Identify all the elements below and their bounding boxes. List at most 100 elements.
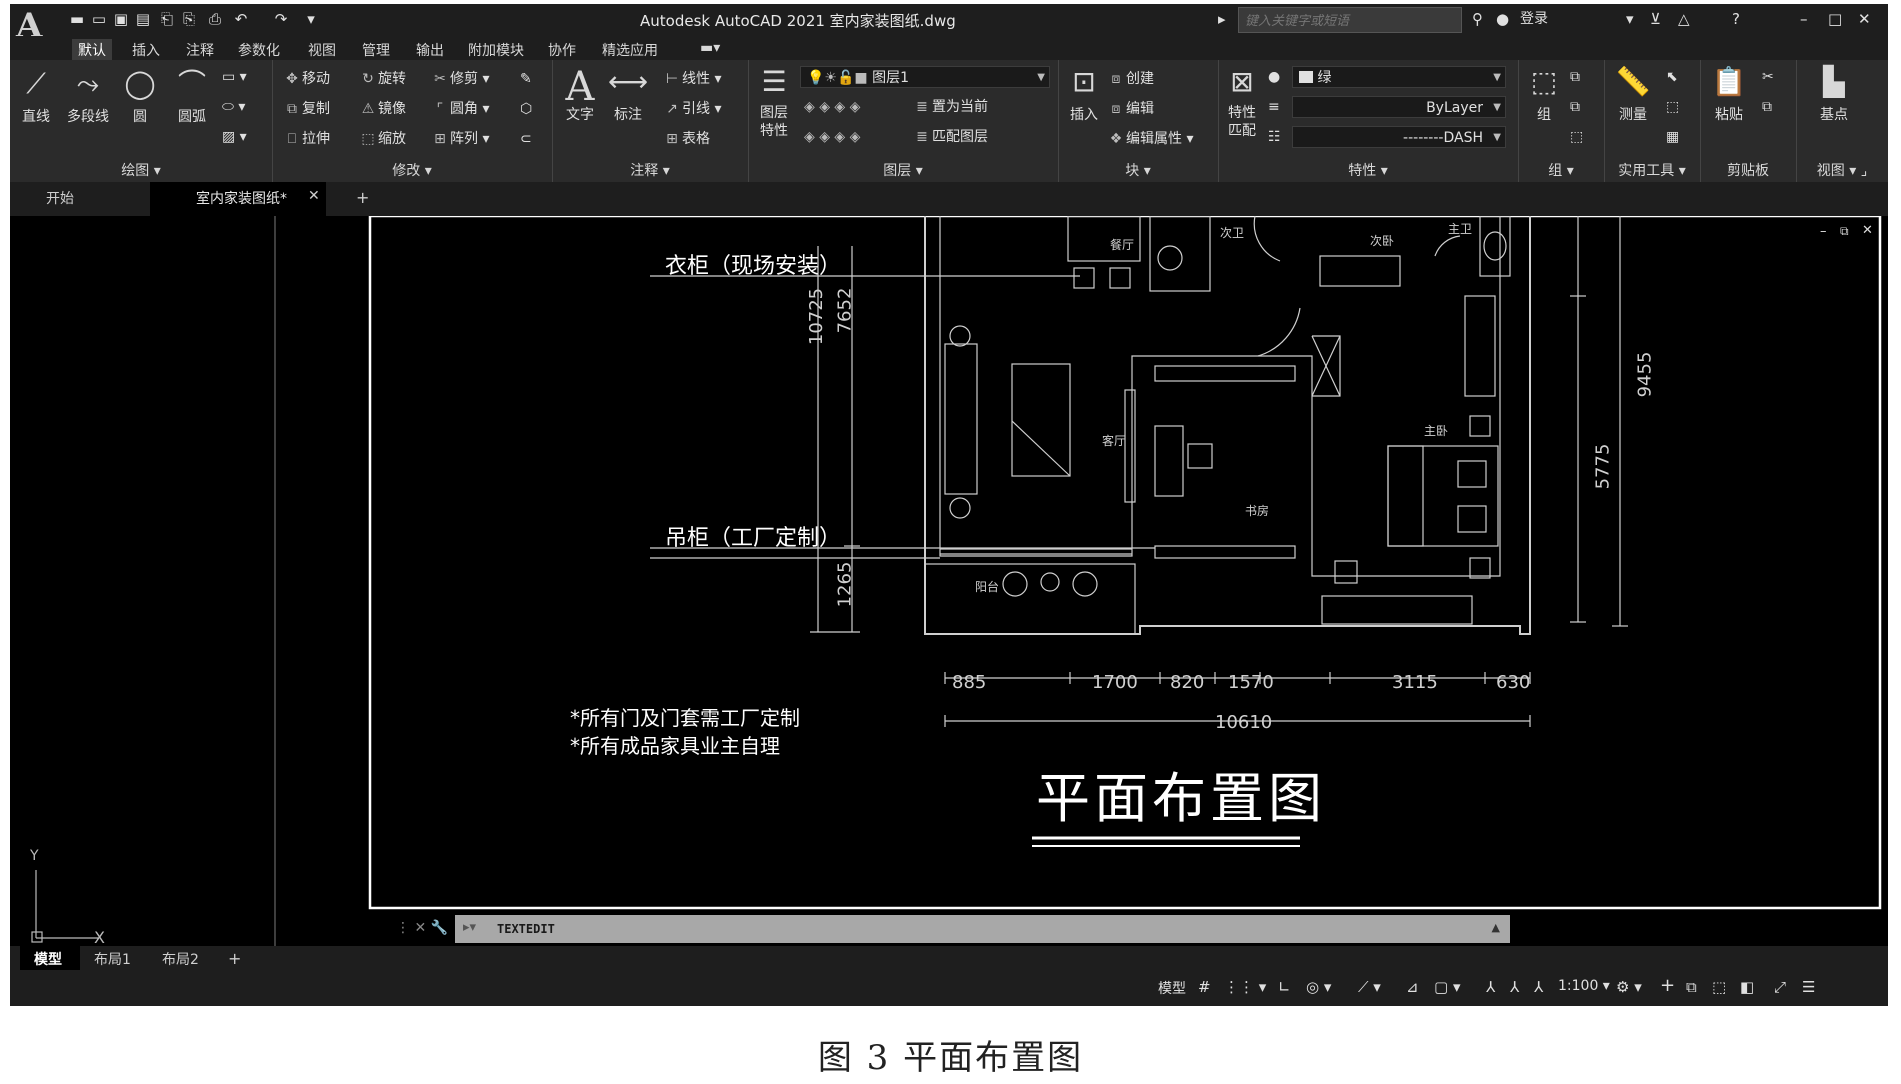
workspace-gear-icon[interactable]: ⚙ ▾ [1616,978,1642,996]
linetype-icon[interactable]: ☷ [1268,128,1281,146]
panel-modify-title[interactable]: 修改 ▾ [272,160,552,180]
dimension-button[interactable]: ⟷ 标注 [606,64,650,124]
ellipse-icon[interactable]: ⬭ ▾ [222,98,245,116]
color-dropdown[interactable]: 绿 ▼ [1292,66,1506,88]
table-button[interactable]: ⊞ 表格 [662,130,710,148]
room-label-master-bed[interactable]: 主卧 [1424,422,1448,439]
customization-menu-icon[interactable]: ☰ [1802,978,1815,996]
tab-home[interactable]: 默认 [72,39,112,61]
save-icon[interactable]: ▣ [112,10,130,28]
tab-manage[interactable]: 管理 [356,39,396,61]
close-tab-icon[interactable]: ✕ [308,188,320,204]
calculator-icon[interactable]: ▦ [1666,128,1679,146]
leader-button[interactable]: ↗ 引线 ▾ [662,100,721,118]
annotation-monitor-plus-icon[interactable]: + [1660,975,1675,996]
arc-button[interactable]: ⌒ 圆弧 [170,66,214,126]
isodraft-icon[interactable]: ⟋ ▾ [1358,978,1381,996]
viewport-close-icon[interactable]: ✕ [1862,223,1873,238]
panel-groups-title[interactable]: 组 ▾ [1518,160,1604,180]
line-button[interactable]: ⟋ 直线 [16,66,56,126]
layer-tools-row1-icon[interactable]: ◈ ◈ ◈ ◈ [804,98,860,116]
tab-insert[interactable]: 插入 [126,39,166,61]
create-block-button[interactable]: ⧈ 创建 [1106,70,1154,88]
color-wheel-icon[interactable]: ● [1268,68,1280,86]
panel-utilities-title[interactable]: 实用工具 ▾ [1604,160,1700,180]
tab-view[interactable]: 视图 [302,39,342,61]
mirror-button[interactable]: ⚠ 镜像 [358,100,406,118]
copy-clip-icon[interactable]: ⧉ [1762,98,1772,116]
group-select-icon[interactable]: ⬚ [1570,128,1583,146]
room-label-study[interactable]: 书房 [1245,502,1269,519]
match-layer-button[interactable]: ≣ 匹配图层 [912,128,988,146]
circle-button[interactable]: ◯ 圆 [120,66,160,126]
polar-icon[interactable]: ◎ ▾ [1306,978,1331,996]
tab-output[interactable]: 输出 [410,39,450,61]
tab-addins[interactable]: 附加模块 [462,39,530,61]
quick-properties-icon[interactable]: ⬚ [1712,978,1726,996]
offset-icon[interactable]: ⊂ [520,130,532,148]
text-button[interactable]: A 文字 [558,64,602,124]
room-label-balcony[interactable]: 阳台 [975,578,999,595]
tab-collaborate[interactable]: 协作 [542,39,582,61]
quick-select-icon[interactable]: ⬉ [1666,68,1678,86]
dim-1265[interactable]: 1265 [834,562,855,608]
plot-icon[interactable]: ⎙ [206,10,224,28]
dropdown-icon[interactable]: ▾ [1626,9,1634,29]
plan-title[interactable]: 平面布置图 [1036,754,1326,833]
new-file-icon[interactable]: ▬ [68,10,86,28]
panel-view-title[interactable]: 视图 ▾ ⌟ [1796,160,1888,180]
units-icon[interactable]: ⧉ [1686,978,1697,996]
open-web-icon[interactable]: ⎗ [158,10,176,28]
tab-featured[interactable]: 精选应用 [596,39,664,61]
tab-model[interactable]: 模型 [34,949,62,969]
command-line[interactable]: ▸▾ TEXTEDIT ▲ [455,915,1510,943]
group-button[interactable]: ⬚ 组 [1524,64,1564,124]
minimize-icon[interactable]: – [1800,9,1808,29]
dim-630[interactable]: 630 [1496,672,1530,693]
drawing-canvas[interactable]: – ⧉ ✕ 衣柜（现场安装） 吊柜（工厂定制） 餐厅 次卫 次卧 主卫 客厅 主… [10,216,1888,947]
login-link[interactable]: 登录 [1520,9,1548,29]
trim-button[interactable]: ✂ 修剪 ▾ [430,70,489,88]
help-icon[interactable]: ? [1732,9,1740,29]
save-web-icon[interactable]: ⎘ [180,10,198,28]
note-furniture[interactable]: *所有成品家具业主自理 [570,730,780,759]
fullscreen-icon[interactable]: ⤢ [1774,978,1786,996]
layer-properties-button[interactable]: ☰ 图层 特性 [754,64,794,140]
explode-icon[interactable]: ⬡ [520,100,532,118]
new-tab-plus-icon[interactable]: + [356,188,369,207]
ortho-icon[interactable]: ∟ [1278,978,1291,996]
room-label-dining[interactable]: 餐厅 [1110,236,1134,253]
dim-9455[interactable]: 9455 [1634,352,1655,398]
copy-button[interactable]: ⧉ 复制 [282,100,330,118]
erase-icon[interactable]: ✎ [520,70,532,88]
cut-icon[interactable]: ✂ [1762,68,1774,86]
room-label-master-bath[interactable]: 主卫 [1448,220,1472,237]
dim-total-10610[interactable]: 10610 [1215,712,1272,733]
array-button[interactable]: ⊞ 阵列 ▾ [430,130,489,148]
panel-annotation-title[interactable]: 注释 ▾ [552,160,748,180]
room-label-second-bath[interactable]: 次卫 [1220,224,1244,241]
edit-attributes-button[interactable]: ❖ 编辑属性 ▾ [1106,130,1194,148]
callout-wardrobe[interactable]: 衣柜（现场安装） [665,248,841,280]
paste-button[interactable]: 📋 粘贴 [1704,64,1754,124]
match-properties-button[interactable]: ⊠ 特性 匹配 [1222,64,1262,140]
dim-5775[interactable]: 5775 [1592,444,1613,490]
panel-clipboard-title[interactable]: 剪贴板 [1700,160,1796,180]
edit-block-button[interactable]: ⧈ 编辑 [1106,100,1154,118]
command-text[interactable]: TEXTEDIT [497,922,555,936]
snap-icon[interactable]: ⋮⋮ ▾ [1224,978,1266,996]
note-doors[interactable]: *所有门及门套需工厂定制 [570,702,800,731]
annotation-scale-icon[interactable]: ⅄ [1534,978,1543,996]
move-button[interactable]: ✥ 移动 [282,70,330,88]
a360-icon[interactable]: △ [1678,9,1690,29]
isolate-objects-icon[interactable]: ◧ [1740,978,1754,996]
ribbon-toggle-icon[interactable]: ▬▾ [694,39,726,57]
rectangle-icon[interactable]: ▭ ▾ [222,68,247,86]
dim-7652[interactable]: 7652 [834,288,855,334]
tab-layout2[interactable]: 布局2 [162,949,199,969]
callout-cabinet[interactable]: 吊柜（工厂定制） [665,520,841,552]
dim-3115[interactable]: 3115 [1392,672,1438,693]
dim-885[interactable]: 885 [952,672,986,693]
user-icon[interactable]: ● [1496,9,1509,29]
expand-arrow-icon[interactable]: ▸ [1218,9,1226,29]
